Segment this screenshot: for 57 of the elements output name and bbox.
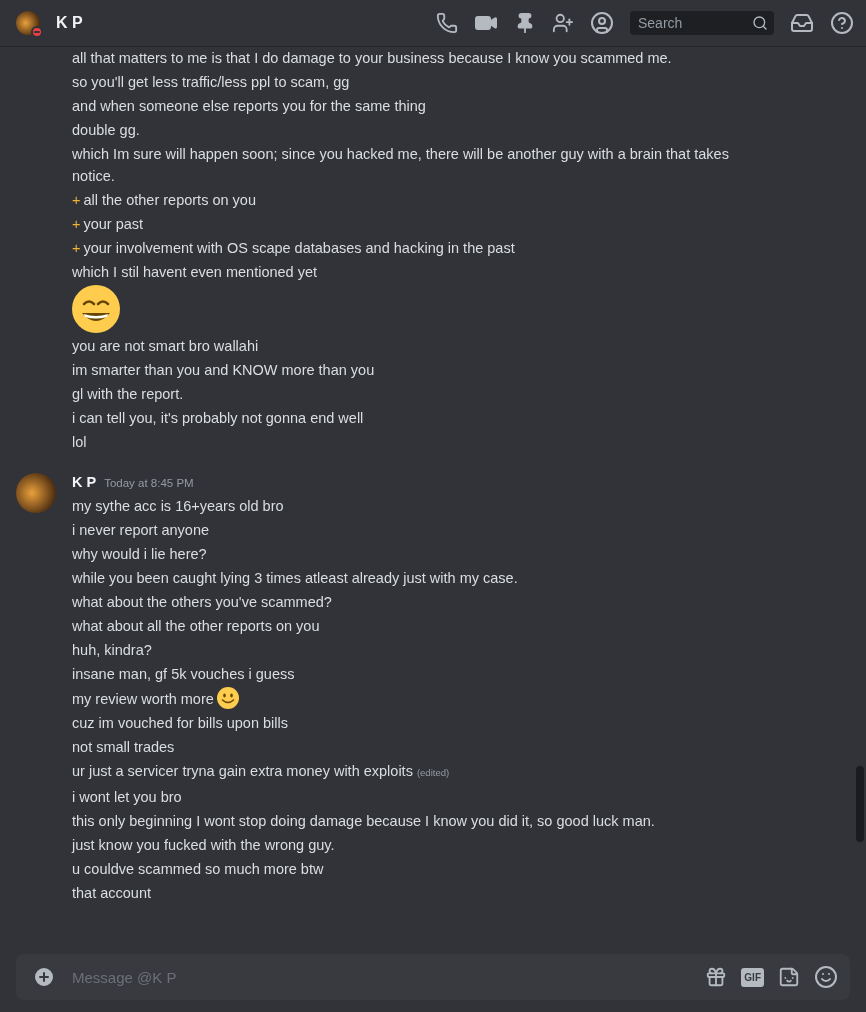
timestamp: Today at 8:45 PM [104,476,194,491]
scrollbar[interactable] [856,766,864,842]
avatar [16,473,56,513]
message-text: all the other reports on you [83,192,256,208]
message-text: my review worth more [72,691,214,707]
message-text: which I stil havent even mentioned yet [72,263,319,282]
message-text: your involvement with OS scape databases and hacking in the past [83,240,515,256]
message-text: what about the others you've scammed? [72,593,333,612]
message-input[interactable]: Message @K P [70,967,692,987]
plus-mark: + [72,192,81,208]
message-text: gl with the report. [72,385,185,404]
message-text: u couldve scammed so much more btw [72,860,325,879]
add-icon[interactable] [32,965,56,989]
avatar [16,11,40,35]
message-text: just know you fucked with the wrong guy. [72,836,336,855]
message-text: and when someone else reports you for the same thing [72,97,427,116]
gif-button[interactable]: GIF [741,967,764,987]
message-text: insane man, gf 5k vouches i guess [72,665,296,684]
user-profile-icon[interactable] [590,11,614,35]
message-text: i wont let you bro [72,788,183,807]
search-field[interactable]: Search [630,11,774,35]
message-text: cuz im vouched for bills upon bills [72,714,289,733]
message-field[interactable]: Message @K P GIF [16,954,850,1000]
message-text: this only beginning I wont stop doing damage because I know you did it, so good luck man. [72,812,656,831]
author-name[interactable]: K P [72,471,97,493]
message-text: what about all the other reports on you [72,617,321,636]
grinning-face-icon [72,285,120,333]
search-icon [752,15,768,31]
add-user-icon[interactable] [552,12,574,34]
user-name: K P [56,14,84,32]
emoji-icon[interactable] [814,965,838,989]
message-text: my sythe acc is 16+years old bro [72,497,285,516]
search-input[interactable]: Search [636,14,752,32]
message-text: i never report anyone [72,521,211,540]
help-icon[interactable] [830,11,854,35]
message-text: your past [83,216,144,232]
message-text: not small trades [72,738,176,757]
message-text: while you been caught lying 3 times atleast already just with my case. [72,569,519,588]
sticker-icon[interactable] [778,966,800,988]
message-text: that account [72,884,152,903]
message-text: which Im sure will happen soon; since you hacked me, there will be another guy with a brain that takes notice. [72,145,730,186]
inbox-icon[interactable] [790,11,814,35]
message-text: ur just a servicer tryna gain extra money with exploits [72,763,413,779]
phone-icon[interactable] [436,12,458,34]
gift-icon[interactable] [705,966,728,988]
message-text: all that matters to me is that I do damage to your business because I know you scammed me. [72,49,673,68]
message-text: double gg. [72,121,141,140]
message-text: you are not smart bro wallahi [72,337,260,356]
message-text: i can tell you, it's probably not gonna end well [72,409,365,428]
edited-label: (edited) [416,767,450,778]
message-text: im smarter than you and KNOW more than you [72,361,376,380]
message-text: lol [72,433,88,452]
message-text: so you'll get less traffic/less ppl to scam, gg [72,73,351,92]
plus-mark: + [72,216,81,232]
message-text: huh, kindra? [72,641,153,660]
message-text: why would i lie here? [72,545,208,564]
plus-mark: + [72,240,81,256]
